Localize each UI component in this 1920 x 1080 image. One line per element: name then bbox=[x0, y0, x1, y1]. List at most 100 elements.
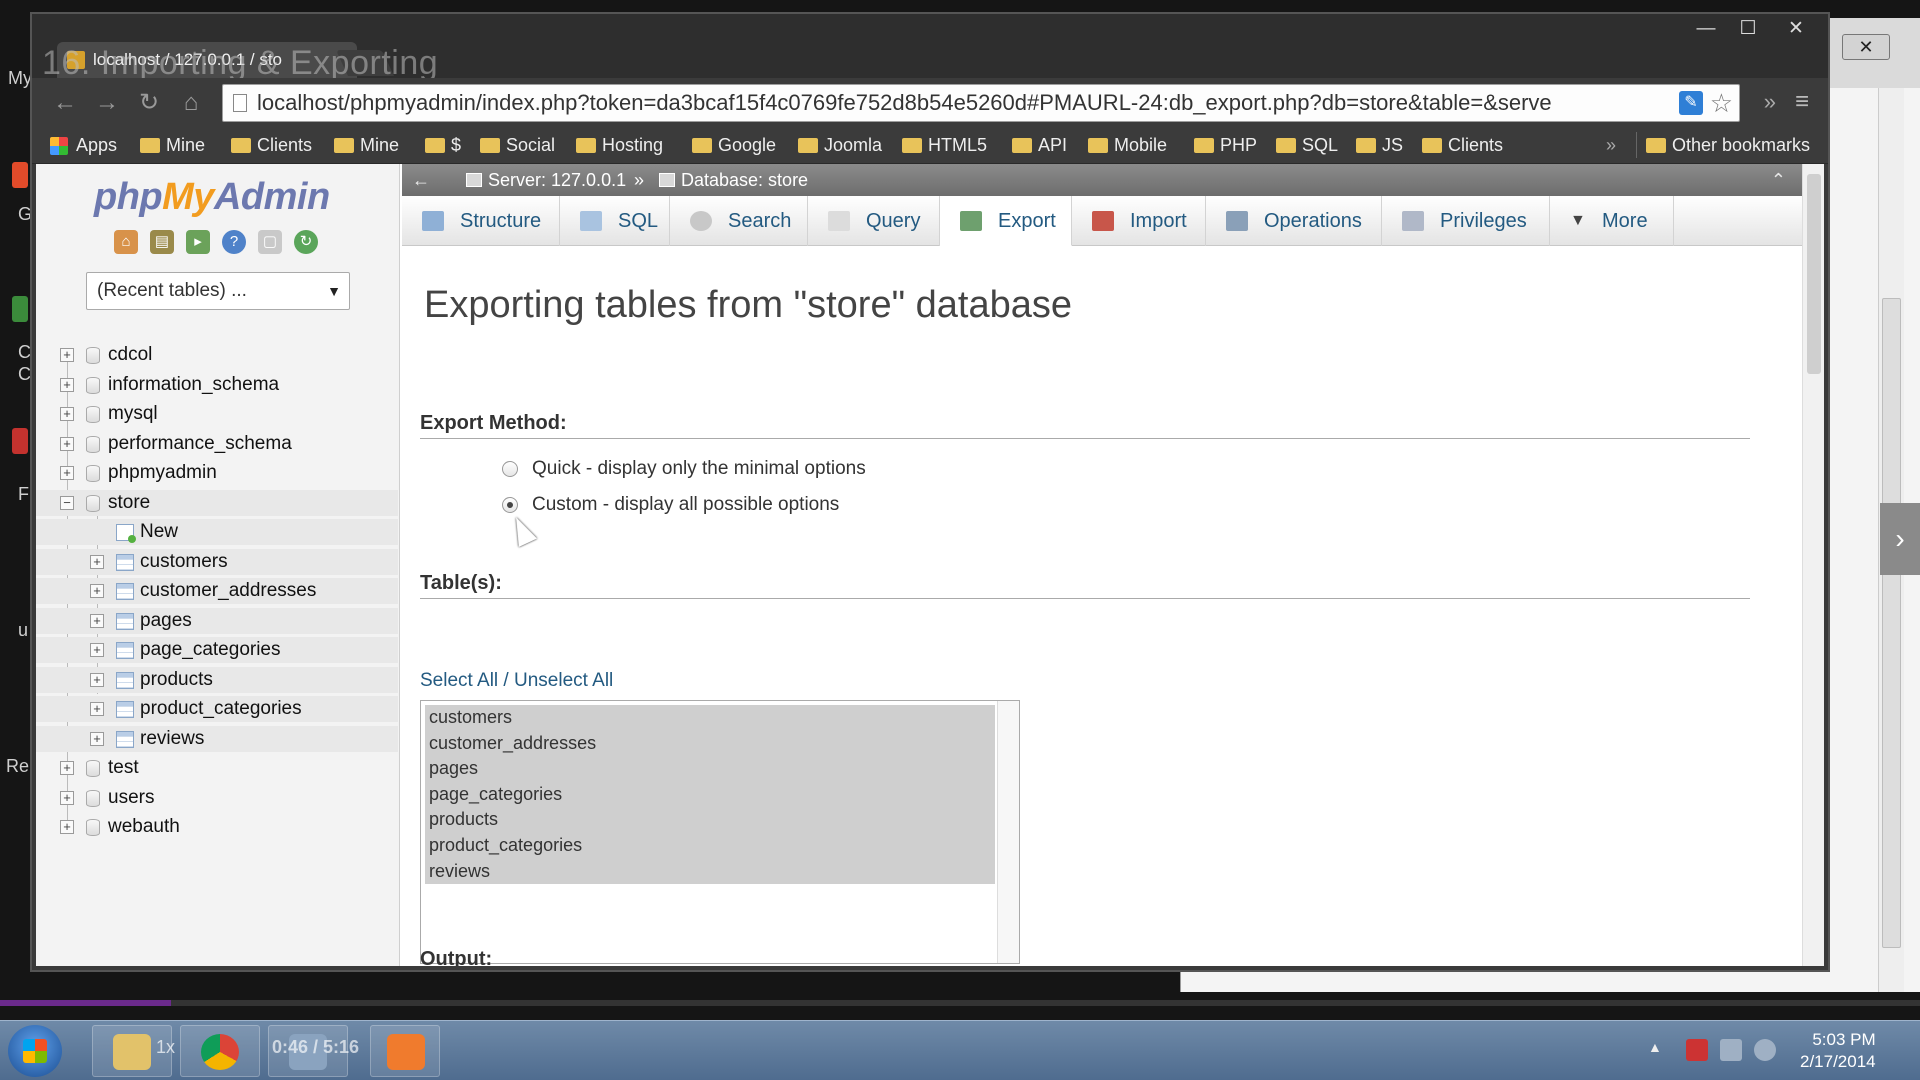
bookmark-folder[interactable]: JS bbox=[1356, 126, 1403, 164]
bookmark-folder[interactable]: Mine bbox=[334, 126, 399, 164]
bookmark-folder[interactable]: PHP bbox=[1194, 126, 1257, 164]
tree-db-name[interactable]: performance_schema bbox=[108, 431, 292, 457]
video-progress-bar[interactable] bbox=[0, 1000, 1920, 1006]
bookmarks-overflow-icon[interactable]: » bbox=[1606, 126, 1616, 164]
tree-db-name[interactable]: mysql bbox=[108, 401, 158, 427]
browser-menu-icon[interactable]: ≡ bbox=[1788, 88, 1816, 116]
expand-icon[interactable]: + bbox=[60, 407, 74, 421]
home-icon[interactable]: ⌂ bbox=[176, 88, 206, 118]
table-option[interactable]: products bbox=[425, 807, 995, 833]
tree-table-pages[interactable]: + pages bbox=[36, 607, 398, 634]
tree-db-name[interactable]: cdcol bbox=[108, 342, 152, 368]
tree-table-name[interactable]: product_categories bbox=[140, 696, 302, 722]
tree-table-products[interactable]: + products bbox=[36, 666, 398, 693]
tab-sql[interactable]: SQL bbox=[560, 196, 670, 246]
start-button[interactable] bbox=[8, 1025, 62, 1077]
minimize-button[interactable]: — bbox=[1686, 16, 1726, 42]
browser-tab[interactable]: localhost / 127.0.0.1 / sto bbox=[57, 42, 357, 78]
volume-icon[interactable] bbox=[1754, 1039, 1776, 1061]
expand-icon[interactable]: + bbox=[90, 643, 104, 657]
home-icon[interactable]: ⌂ bbox=[114, 230, 138, 254]
tree-db-performance-schema[interactable]: + performance_schema bbox=[36, 431, 398, 457]
tab-export[interactable]: Export bbox=[940, 196, 1072, 246]
export-method-custom[interactable]: Custom - display all possible options bbox=[502, 492, 839, 518]
expand-icon[interactable]: + bbox=[60, 761, 74, 775]
tab-privileges[interactable]: Privileges bbox=[1382, 196, 1550, 246]
tree-db-users[interactable]: + users bbox=[36, 785, 398, 811]
expand-icon[interactable]: + bbox=[60, 348, 74, 362]
background-scrollbar-thumb[interactable] bbox=[1882, 298, 1901, 948]
table-option[interactable]: customer_addresses bbox=[425, 730, 995, 757]
tree-db-cdcol[interactable]: + cdcol bbox=[36, 342, 398, 368]
bookmark-folder[interactable]: Clients bbox=[1422, 126, 1503, 164]
background-close-button[interactable]: ✕ bbox=[1842, 34, 1890, 60]
bookmark-folder[interactable]: Mobile bbox=[1088, 126, 1167, 164]
tree-db-name[interactable]: users bbox=[108, 785, 154, 811]
custom-radio[interactable] bbox=[502, 497, 518, 513]
forward-icon[interactable]: → bbox=[92, 88, 122, 118]
reload-navigation-icon[interactable]: ↻ bbox=[294, 230, 318, 254]
tree-table-customer-addresses[interactable]: + customer_addresses bbox=[36, 578, 398, 604]
expand-icon[interactable]: + bbox=[90, 554, 104, 569]
expand-icon[interactable]: + bbox=[90, 584, 104, 598]
tree-table-new[interactable]: New bbox=[36, 519, 398, 545]
video-speed[interactable]: 1x bbox=[156, 1037, 175, 1058]
tree-table-product-categories[interactable]: + product_categories bbox=[36, 696, 398, 722]
collapse-icon[interactable]: − bbox=[60, 495, 74, 510]
tree-table-page-categories[interactable]: + page_categories bbox=[36, 637, 398, 663]
breadcrumb-server[interactable]: Server: 127.0.0.1 bbox=[466, 164, 626, 196]
tables-multiselect[interactable]: customers customer_addresses pages page_… bbox=[420, 700, 1020, 964]
expand-icon[interactable]: + bbox=[60, 436, 74, 451]
bookmark-folder[interactable]: API bbox=[1012, 126, 1067, 164]
bookmark-folder[interactable]: HTML5 bbox=[902, 126, 987, 164]
scroll-to-top-icon[interactable]: ⌃ bbox=[1771, 164, 1786, 196]
bookmark-apps[interactable]: Apps bbox=[50, 126, 117, 164]
expand-icon[interactable]: + bbox=[60, 820, 74, 834]
table-option[interactable]: customers bbox=[425, 705, 995, 731]
bookmark-folder[interactable]: Google bbox=[692, 126, 776, 164]
main-scrollbar-thumb[interactable] bbox=[1807, 174, 1821, 374]
tree-db-name[interactable]: store bbox=[108, 490, 150, 516]
tree-db-name[interactable]: webauth bbox=[108, 814, 180, 840]
address-bar[interactable]: localhost/phpmyadmin/index.php?token=da3… bbox=[222, 84, 1740, 122]
reload-icon[interactable]: ↻ bbox=[134, 88, 164, 118]
back-icon[interactable]: ← bbox=[50, 88, 80, 118]
bookmark-folder[interactable]: Social bbox=[480, 126, 555, 164]
tray-alert-icon[interactable] bbox=[1686, 1039, 1708, 1061]
tree-db-phpmyadmin[interactable]: + phpmyadmin bbox=[36, 460, 398, 486]
network-icon[interactable] bbox=[1720, 1039, 1742, 1061]
tree-table-name[interactable]: customers bbox=[140, 549, 228, 575]
tab-more[interactable]: ▼ More bbox=[1550, 196, 1674, 246]
expand-icon[interactable]: + bbox=[90, 613, 104, 628]
tab-search[interactable]: Search bbox=[670, 196, 808, 246]
table-option[interactable]: reviews bbox=[425, 858, 995, 885]
bookmark-star-icon[interactable]: ☆ bbox=[1710, 87, 1733, 119]
expand-icon[interactable]: + bbox=[90, 731, 104, 746]
logout-icon[interactable]: ▤ bbox=[150, 230, 174, 254]
expand-icon[interactable]: + bbox=[60, 790, 74, 805]
extension-icon[interactable]: ✎ bbox=[1679, 91, 1703, 115]
taskbar-xampp[interactable] bbox=[370, 1025, 440, 1077]
next-arrow-icon[interactable]: › bbox=[1880, 503, 1920, 575]
quick-radio-label[interactable]: Quick - display only the minimal options bbox=[532, 458, 866, 479]
tab-operations[interactable]: Operations bbox=[1206, 196, 1382, 246]
bookmark-folder[interactable]: SQL bbox=[1276, 126, 1338, 164]
quick-radio[interactable] bbox=[502, 461, 518, 477]
other-bookmarks[interactable]: Other bookmarks bbox=[1646, 126, 1810, 164]
tree-db-test[interactable]: + test bbox=[36, 755, 398, 781]
custom-radio-label[interactable]: Custom - display all possible options bbox=[532, 494, 839, 515]
main-scrollbar[interactable] bbox=[1802, 164, 1824, 966]
tree-db-store[interactable]: − store bbox=[36, 489, 398, 516]
table-option[interactable]: page_categories bbox=[425, 781, 995, 808]
tree-table-name[interactable]: pages bbox=[140, 608, 192, 634]
tree-db-webauth[interactable]: + webauth bbox=[36, 814, 398, 840]
tree-table-name[interactable]: page_categories bbox=[140, 637, 281, 663]
tree-db-information-schema[interactable]: + information_schema bbox=[36, 372, 398, 398]
tree-db-mysql[interactable]: + mysql bbox=[36, 401, 398, 427]
tree-db-name[interactable]: information_schema bbox=[108, 372, 279, 398]
table-option[interactable]: pages bbox=[425, 756, 995, 782]
docs-icon[interactable]: ▢ bbox=[258, 230, 282, 254]
taskbar-chrome[interactable] bbox=[180, 1025, 260, 1077]
query-window-icon[interactable]: ▸ bbox=[186, 230, 210, 254]
tab-structure[interactable]: Structure bbox=[402, 196, 560, 246]
